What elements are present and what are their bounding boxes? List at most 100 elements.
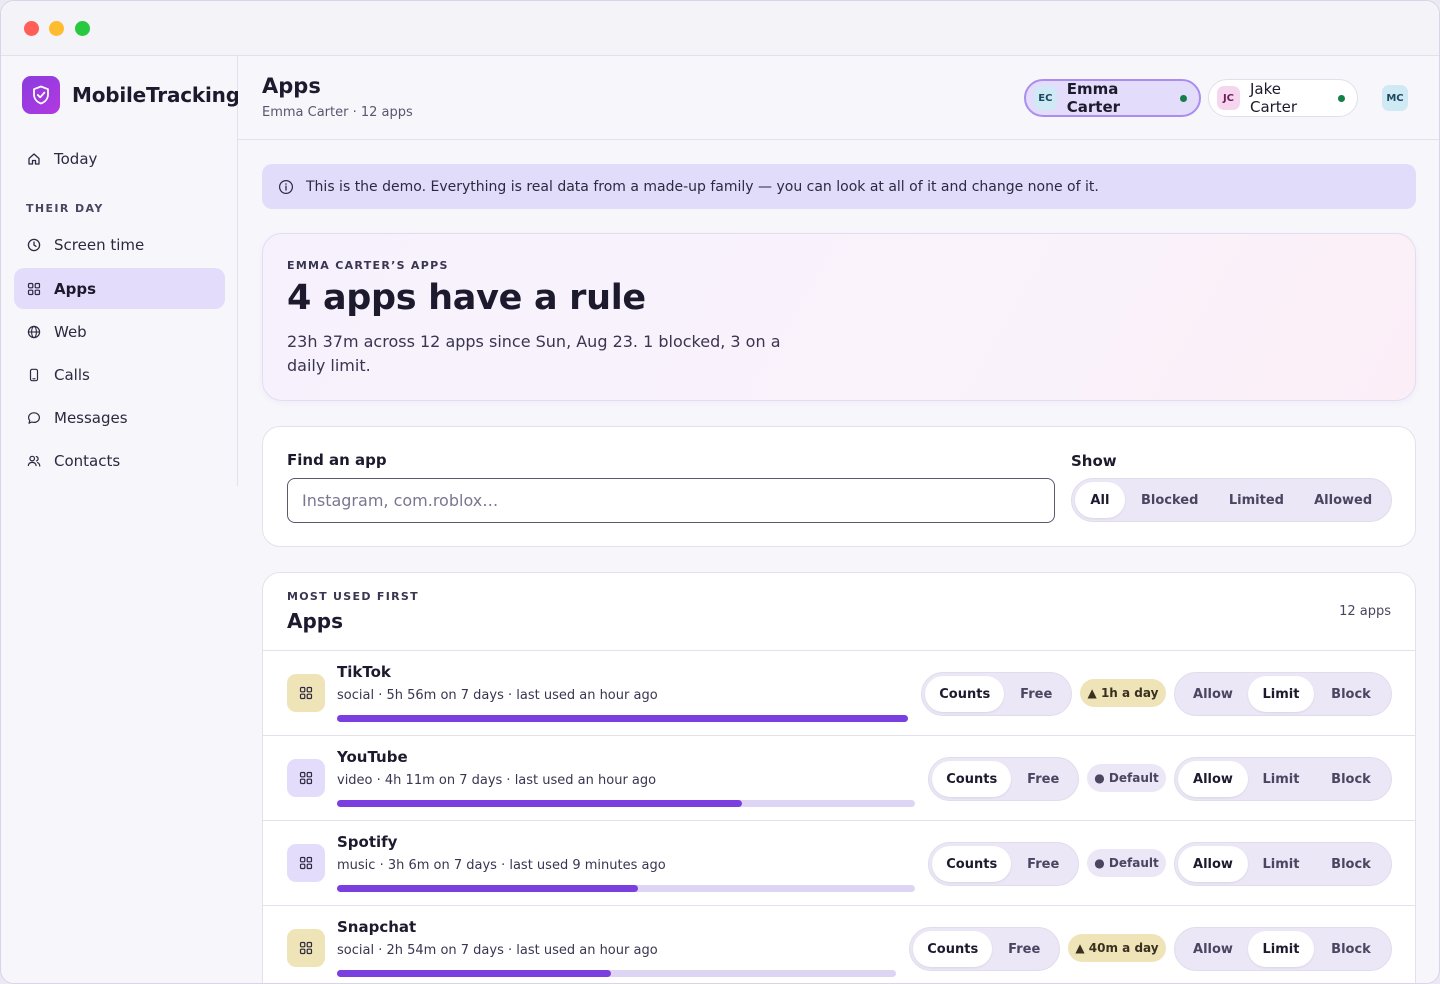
demo-banner: This is the demo. Everything is real dat… xyxy=(262,164,1416,209)
counts-option-counts[interactable]: Counts xyxy=(932,761,1012,797)
app-meta: social · 5h 56m on 7 days · last used an… xyxy=(337,688,658,703)
app-name: YouTube xyxy=(337,748,408,766)
contacts-icon xyxy=(27,454,41,468)
account-avatar[interactable]: MC xyxy=(1382,85,1408,111)
avatar: EC xyxy=(1034,86,1057,110)
rule-option-block[interactable]: Block xyxy=(1314,931,1388,967)
person-name: Jake Carter xyxy=(1249,80,1298,116)
filter-option-allowed[interactable]: Allowed xyxy=(1298,482,1388,518)
app-row-tiktok[interactable]: TikTok social · 5h 56m on 7 days · last … xyxy=(263,650,1415,735)
app-name: Spotify xyxy=(337,833,398,851)
usage-bar xyxy=(337,885,915,892)
sidebar-item-today[interactable]: Today xyxy=(14,138,225,179)
sidebar-item-screen-time[interactable]: Screen time xyxy=(14,224,225,265)
default-badge: ● Default xyxy=(1087,764,1166,792)
rule-toggle: Allow Limit Block xyxy=(1174,927,1392,971)
message-icon xyxy=(27,411,41,425)
rule-option-limit[interactable]: Limit xyxy=(1248,931,1314,967)
filter-option-blocked[interactable]: Blocked xyxy=(1125,482,1215,518)
summary-title: 4 apps have a rule xyxy=(287,278,646,318)
filter-option-all[interactable]: All xyxy=(1075,482,1125,518)
home-icon xyxy=(27,152,41,166)
clock-icon xyxy=(27,238,41,252)
search-input[interactable] xyxy=(287,478,1055,523)
counts-option-free[interactable]: Free xyxy=(1011,761,1075,797)
app-window: MobileTracking Today THEIR DAY Screen ti… xyxy=(0,0,1440,984)
brand-name: MobileTracking xyxy=(72,83,240,107)
sidebar: MobileTracking Today THEIR DAY Screen ti… xyxy=(1,56,240,486)
rule-option-limit[interactable]: Limit xyxy=(1248,846,1314,882)
counts-option-counts[interactable]: Counts xyxy=(932,846,1012,882)
default-badge: ● Default xyxy=(1087,849,1166,877)
sidebar-item-contacts[interactable]: Contacts xyxy=(14,440,225,481)
counts-option-counts[interactable]: Counts xyxy=(925,676,1005,712)
phone-icon xyxy=(27,368,41,382)
sidebar-item-label: Calls xyxy=(54,365,90,384)
summary-eyebrow: EMMA CARTER’S APPS xyxy=(287,259,449,272)
apps-list-card: MOST USED FIRST Apps 12 apps TikTok soci… xyxy=(262,572,1416,983)
usage-bar xyxy=(337,715,908,722)
limit-badge: ▲ 40m a day xyxy=(1068,934,1166,962)
shield-logo-icon xyxy=(22,76,60,114)
app-grid-icon xyxy=(287,759,325,797)
usage-bar xyxy=(337,800,915,807)
sidebar-item-label: Screen time xyxy=(54,235,145,254)
rule-toggle: Allow Limit Block xyxy=(1174,842,1392,886)
app-grid-icon xyxy=(287,674,325,712)
page-header: Apps Emma Carter · 12 apps EC Emma Carte… xyxy=(238,56,1439,140)
minimize-window-button[interactable] xyxy=(49,21,64,36)
rule-option-limit[interactable]: Limit xyxy=(1248,761,1314,797)
rule-option-block[interactable]: Block xyxy=(1314,846,1388,882)
rule-option-limit[interactable]: Limit xyxy=(1248,676,1314,712)
online-status-dot xyxy=(1180,94,1187,102)
close-window-button[interactable] xyxy=(24,21,39,36)
usage-bar-fill xyxy=(337,885,638,892)
sidebar-item-label: Messages xyxy=(54,408,128,427)
brand[interactable]: MobileTracking xyxy=(22,76,240,114)
rule-option-allow[interactable]: Allow xyxy=(1178,846,1248,882)
limit-badge: ▲ 1h a day xyxy=(1080,679,1166,707)
rule-option-allow[interactable]: Allow xyxy=(1178,676,1248,712)
app-row-youtube[interactable]: YouTube video · 4h 11m on 7 days · last … xyxy=(263,735,1415,820)
counts-option-counts[interactable]: Counts xyxy=(913,931,993,967)
person-switch-jake-carter[interactable]: JC Jake Carter xyxy=(1208,79,1358,117)
app-meta: video · 4h 11m on 7 days · last used an … xyxy=(337,773,657,788)
sidebar-item-apps[interactable]: Apps xyxy=(14,268,225,309)
counts-option-free[interactable]: Free xyxy=(992,931,1056,967)
filter-card: Find an app Show All Blocked Limited All… xyxy=(262,426,1416,547)
counts-option-free[interactable]: Free xyxy=(1004,676,1068,712)
usage-bar-fill xyxy=(337,970,611,977)
app-grid-icon xyxy=(287,929,325,967)
sidebar-item-calls[interactable]: Calls xyxy=(14,354,225,395)
globe-icon xyxy=(27,325,41,339)
usage-bar-fill xyxy=(337,800,742,807)
maximize-window-button[interactable] xyxy=(75,21,90,36)
rule-toggle: Allow Limit Block xyxy=(1174,757,1392,801)
title-bar xyxy=(1,1,1439,56)
sidebar-item-web[interactable]: Web xyxy=(14,311,225,352)
rule-option-block[interactable]: Block xyxy=(1314,676,1388,712)
app-grid-icon xyxy=(287,844,325,882)
show-filter: All Blocked Limited Allowed xyxy=(1071,478,1392,522)
app-name: Snapchat xyxy=(337,918,417,936)
counts-toggle: Counts Free xyxy=(928,842,1079,886)
filter-option-limited[interactable]: Limited xyxy=(1215,482,1299,518)
counts-option-free[interactable]: Free xyxy=(1011,846,1075,882)
sidebar-item-messages[interactable]: Messages xyxy=(14,397,225,438)
counts-toggle: Counts Free xyxy=(921,672,1072,716)
person-name: Emma Carter xyxy=(1066,80,1121,116)
app-row-spotify[interactable]: Spotify music · 3h 6m on 7 days · last u… xyxy=(263,820,1415,905)
rule-option-allow[interactable]: Allow xyxy=(1178,931,1248,967)
apps-list-eyebrow: MOST USED FIRST xyxy=(287,590,419,603)
person-switch-emma-carter[interactable]: EC Emma Carter xyxy=(1024,79,1201,117)
rule-option-allow[interactable]: Allow xyxy=(1178,761,1248,797)
summary-description: 23h 37m across 12 apps since Sun, Aug 23… xyxy=(287,332,781,375)
rule-option-block[interactable]: Block xyxy=(1314,761,1388,797)
app-row-snapchat[interactable]: Snapchat social · 2h 54m on 7 days · las… xyxy=(263,905,1415,983)
app-name: TikTok xyxy=(337,663,391,681)
search-label: Find an app xyxy=(287,451,387,469)
sidebar-item-label: Web xyxy=(54,322,87,341)
sidebar-item-label: Apps xyxy=(54,279,97,298)
apps-count: 12 apps xyxy=(1339,604,1391,619)
summary-card: EMMA CARTER’S APPS 4 apps have a rule 23… xyxy=(262,233,1416,401)
